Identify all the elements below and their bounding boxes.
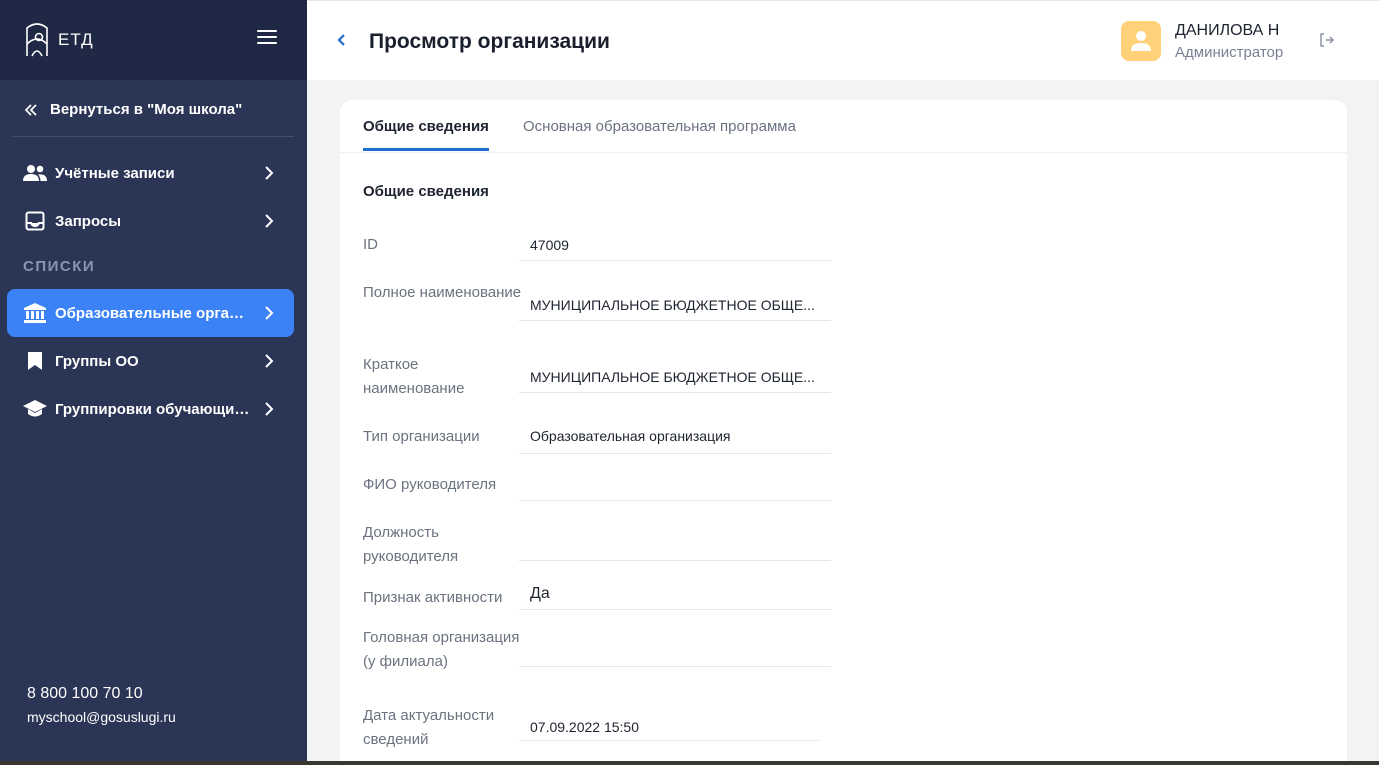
user-icon xyxy=(1131,31,1151,51)
inbox-icon xyxy=(23,209,47,233)
user-info: ДАНИЛОВА Н Администратор xyxy=(1175,22,1283,61)
sidebar-item-groups-oo[interactable]: Группы ОО xyxy=(7,337,294,385)
taskbar-strip xyxy=(0,761,1379,765)
field-value-id: 47009 xyxy=(519,233,831,261)
tab-educational-program[interactable]: Основная образовательная программа xyxy=(523,118,796,148)
field-label-id: ID xyxy=(363,236,378,253)
field-label-head-position: Должность руководителя xyxy=(363,524,459,565)
users-icon xyxy=(23,161,47,185)
support-contacts: 8 800 100 70 10 myschool@gosuslugi.ru xyxy=(27,685,176,725)
sidebar-item-requests[interactable]: Запросы xyxy=(7,197,294,245)
sidebar: ЕТД Вернуться в "Моя школа" Учётные запи… xyxy=(0,0,307,765)
chevron-right-icon xyxy=(265,214,274,228)
field-value-actuality-date: 07.09.2022 15:50 xyxy=(519,716,819,741)
field-label-parent-org: Головная организация (у филиала) xyxy=(363,629,520,670)
field-value-head-name xyxy=(519,474,831,501)
tab-general-info[interactable]: Общие сведения xyxy=(363,118,489,151)
sidebar-item-label: Группы ОО xyxy=(55,352,139,370)
chevron-right-icon xyxy=(265,354,274,368)
logout-icon xyxy=(1320,33,1335,47)
sidebar-item-educational-organizations[interactable]: Образовательные организации xyxy=(7,289,294,337)
back-to-my-school-link[interactable]: Вернуться в "Моя школа" xyxy=(24,101,242,118)
field-label-full-name: Полное наименование xyxy=(363,284,522,301)
logo[interactable]: ЕТД xyxy=(24,22,94,58)
double-chevron-left-icon xyxy=(24,103,37,116)
hamburger-menu-icon[interactable] xyxy=(257,30,277,46)
back-button[interactable] xyxy=(335,30,347,55)
bookmark-icon xyxy=(23,349,47,373)
user-name: ДАНИЛОВА Н xyxy=(1175,21,1280,39)
top-header: Просмотр организации ДАНИЛОВА Н Админист… xyxy=(307,0,1379,80)
field-label-actuality-date: Дата актуальности сведений xyxy=(363,707,495,748)
organization-details-card: Общие сведения Основная образовательная … xyxy=(340,100,1347,765)
tabs: Общие сведения Основная образовательная … xyxy=(340,100,1347,153)
sidebar-item-label: Группировки обучающихся xyxy=(55,400,251,418)
field-label-org-type: Тип организации xyxy=(363,428,480,445)
sidebar-item-student-groupings[interactable]: Группировки обучающихся xyxy=(7,385,294,433)
sidebar-item-label: Образовательные организации xyxy=(55,304,251,322)
user-role: Администратор xyxy=(1175,43,1284,61)
graduation-cap-icon xyxy=(23,397,47,421)
field-label-short-name: Краткое наименование xyxy=(363,356,465,397)
field-value-full-name: МУНИЦИПАЛЬНОЕ БЮДЖЕТНОЕ ОБЩЕ... xyxy=(519,293,831,321)
support-phone: 8 800 100 70 10 xyxy=(27,685,143,702)
sidebar-item-label: Запросы xyxy=(55,212,122,230)
section-title: Общие сведения xyxy=(363,183,489,200)
field-value-head-position xyxy=(519,530,831,561)
field-value-active-flag: Да xyxy=(519,582,831,610)
field-label-active-flag: Признак активности xyxy=(363,589,503,606)
logout-button[interactable] xyxy=(1319,32,1335,53)
institution-icon xyxy=(23,301,47,325)
sidebar-item-accounts[interactable]: Учётные записи xyxy=(7,149,294,197)
user-profile[interactable]: ДАНИЛОВА Н Администратор xyxy=(1121,21,1283,61)
field-value-parent-org xyxy=(519,634,831,667)
support-email: myschool@gosuslugi.ru xyxy=(27,709,176,725)
field-value-org-type: Образовательная организация xyxy=(519,425,831,454)
chevron-right-icon xyxy=(265,306,274,320)
sidebar-item-label: Учётные записи xyxy=(55,164,175,182)
avatar xyxy=(1121,21,1161,61)
page-title: Просмотр организации xyxy=(369,30,610,53)
field-label-head-name: ФИО руководителя xyxy=(363,476,497,493)
back-link-label: Вернуться в "Моя школа" xyxy=(50,101,243,118)
owl-logo-icon xyxy=(26,23,48,57)
chevron-right-icon xyxy=(265,402,274,416)
chevron-right-icon xyxy=(265,166,274,180)
sidebar-header: ЕТД xyxy=(0,0,307,80)
sidebar-section-lists: СПИСКИ xyxy=(23,258,96,275)
chevron-left-icon xyxy=(337,34,345,46)
field-value-short-name: МУНИЦИПАЛЬНОЕ БЮДЖЕТНОЕ ОБЩЕ... xyxy=(519,365,831,393)
sidebar-divider xyxy=(12,136,294,137)
logo-text: ЕТД xyxy=(58,30,94,49)
